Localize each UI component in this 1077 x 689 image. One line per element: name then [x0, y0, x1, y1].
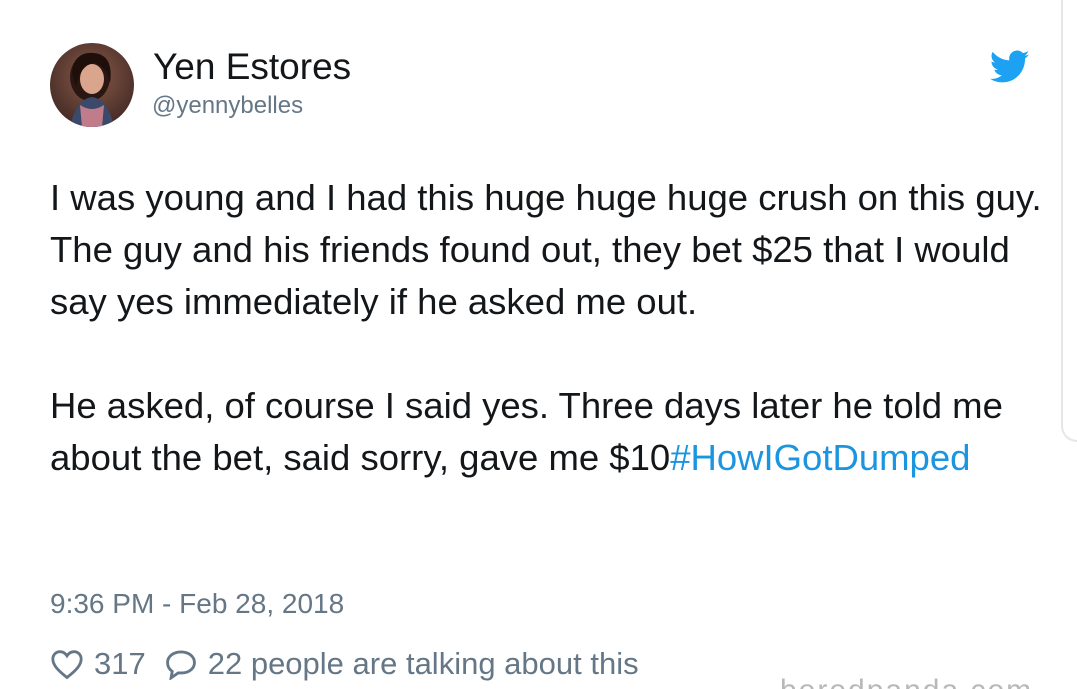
author-display-name[interactable]: Yen Estores — [153, 45, 351, 89]
heart-icon[interactable] — [50, 648, 84, 680]
reply-bubble-icon[interactable] — [164, 648, 198, 680]
tweet-card: Yen Estores @yennybelles I was young and… — [0, 0, 1077, 689]
tweet-timestamp[interactable]: 9:36 PM - Feb 28, 2018 — [50, 586, 344, 622]
tweet-paragraph-2: He asked, of course I said yes. Three da… — [50, 380, 1050, 484]
author-handle[interactable]: @yennybelles — [152, 91, 303, 121]
conversation-count[interactable]: 22 people are talking about this — [208, 644, 639, 684]
watermark: boredpanda.com — [780, 676, 1033, 689]
tweet-body: I was young and I had this huge huge hug… — [50, 172, 1050, 484]
tweet-actions: 317 22 people are talking about this — [50, 644, 639, 684]
scroll-edge — [1061, 0, 1077, 442]
tweet-paragraph-1: I was young and I had this huge huge hug… — [50, 177, 1042, 322]
twitter-bird-icon[interactable] — [989, 50, 1030, 84]
author-avatar[interactable] — [50, 43, 134, 127]
like-count: 317 — [94, 646, 146, 681]
hashtag-link[interactable]: #HowIGotDumped — [670, 437, 970, 478]
